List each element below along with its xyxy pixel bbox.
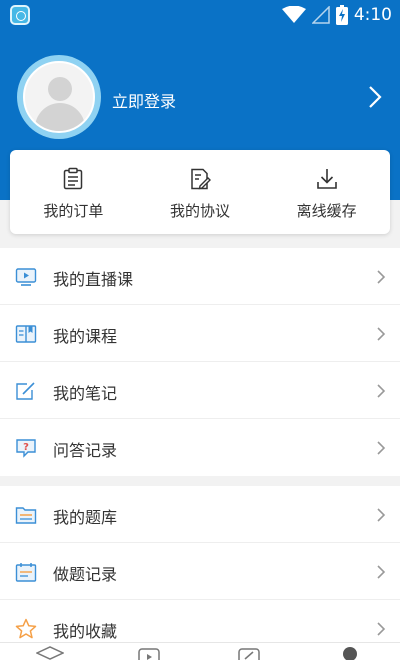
login-link[interactable]: 立即登录	[112, 88, 176, 112]
menu-item-my-notes[interactable]: 我的笔记	[0, 362, 400, 419]
chevron-right-icon	[377, 327, 386, 341]
menu-group-practice: 我的题库 做题记录 我的收藏	[0, 486, 400, 657]
avatar-head-icon	[48, 77, 72, 101]
menu-label: 我的笔记	[53, 384, 118, 403]
question-bank-icon	[15, 507, 37, 524]
play-square-icon[interactable]	[135, 646, 163, 660]
question-bubble-icon: ?	[16, 439, 36, 458]
live-class-icon	[15, 268, 37, 286]
login-row[interactable]: 立即登录	[0, 55, 400, 145]
avatar-body-icon	[35, 103, 85, 131]
offline-cache-label: 离线缓存	[296, 202, 357, 220]
menu-label: 我的课程	[53, 327, 118, 346]
my-orders-button[interactable]: 我的订单	[10, 150, 137, 234]
menu-label: 我的题库	[53, 508, 118, 527]
bottom-navigation	[0, 642, 400, 660]
document-edit-icon	[191, 168, 211, 190]
menu-item-my-courses[interactable]: 我的课程	[0, 305, 400, 362]
my-agreements-label: 我的协议	[170, 202, 231, 220]
status-icons: 4:10	[281, 4, 392, 26]
menu-item-live-class[interactable]: 我的直播课	[0, 248, 400, 305]
status-bar: 4:10	[0, 0, 400, 30]
offline-cache-button[interactable]: 离线缓存	[263, 150, 390, 234]
chevron-right-icon	[377, 270, 386, 284]
menu-group-learning: 我的直播课 我的课程 我的笔记 ? 问答记录	[0, 248, 400, 476]
wifi-icon	[281, 6, 306, 23]
edit-square-icon[interactable]	[235, 646, 263, 660]
chevron-right-icon[interactable]	[364, 85, 384, 109]
status-time: 4:10	[353, 5, 392, 25]
download-icon	[316, 169, 337, 189]
star-icon	[15, 618, 37, 639]
avatar-ring	[17, 55, 101, 139]
battery-charging-icon	[335, 5, 348, 25]
chevron-right-icon	[377, 384, 386, 398]
course-book-icon	[15, 325, 37, 343]
chevron-right-icon	[377, 622, 386, 636]
profile-screen: 4:10 立即登录 我的订单 我的协议 离线缓存 我的直播课 我的课程 我的笔记…	[0, 0, 400, 660]
cell-signal-icon	[311, 6, 330, 24]
menu-label: 做题记录	[53, 565, 118, 584]
menu-label: 我的直播课	[53, 270, 134, 289]
svg-text:?: ?	[23, 442, 29, 453]
graduation-cap-icon[interactable]	[36, 646, 64, 660]
app-notification-icon	[10, 5, 30, 25]
note-pen-icon	[16, 382, 35, 400]
my-agreements-button[interactable]: 我的协议	[137, 150, 264, 234]
menu-label: 我的收藏	[53, 622, 118, 641]
menu-item-practice-records[interactable]: 做题记录	[0, 543, 400, 600]
profile-dot-icon[interactable]	[336, 646, 364, 660]
menu-item-qa-records[interactable]: ? 问答记录	[0, 419, 400, 476]
my-orders-label: 我的订单	[43, 202, 104, 220]
clipboard-list-icon	[64, 167, 83, 190]
chevron-right-icon	[377, 565, 386, 579]
chevron-right-icon	[377, 441, 386, 455]
menu-label: 问答记录	[53, 441, 118, 460]
calendar-record-icon	[15, 563, 37, 582]
quick-actions-card: 我的订单 我的协议 离线缓存	[10, 150, 390, 234]
chevron-right-icon	[377, 508, 386, 522]
menu-item-question-bank[interactable]: 我的题库	[0, 486, 400, 543]
avatar[interactable]	[23, 61, 95, 133]
